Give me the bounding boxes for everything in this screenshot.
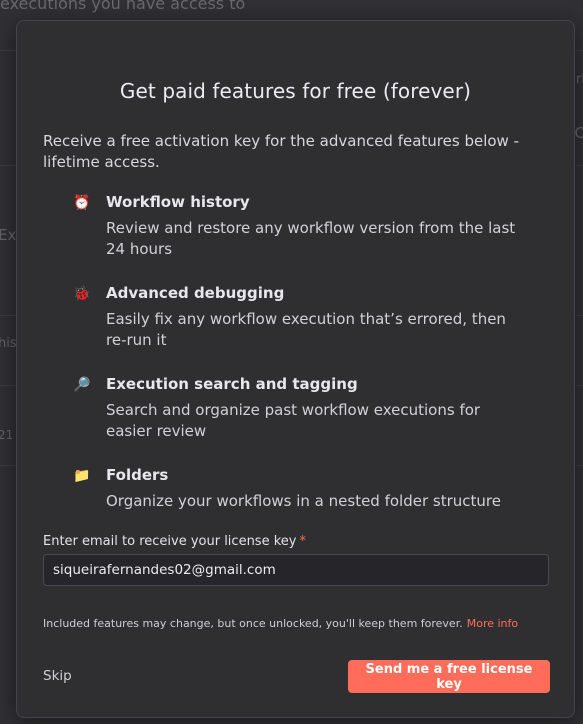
modal-intro: Receive a free activation key for the ad…	[43, 132, 519, 171]
background-left-fragment: 21	[0, 428, 14, 442]
feature-title: Advanced debugging	[106, 284, 285, 302]
background-right-fragment: ri	[576, 72, 583, 87]
feature-description: Search and organize past workflow execut…	[106, 401, 481, 440]
background-left-fragment: his	[0, 336, 17, 351]
background-right-fragment: C	[574, 124, 583, 142]
feature-title: Folders	[106, 466, 169, 484]
email-label: Enter email to receive your license key *	[43, 534, 306, 549]
background-left-fragment: Ex	[0, 226, 17, 244]
bug-icon: 🐞	[73, 286, 91, 302]
skip-button[interactable]: Skip	[43, 668, 72, 684]
magnifier-icon: 🔎	[73, 377, 91, 393]
email-label-text: Enter email to receive your license key	[43, 534, 297, 549]
send-license-key-button[interactable]: Send me a free license key	[348, 660, 550, 693]
feature-description: Organize your workflows in a nested fold…	[106, 492, 501, 510]
feature-title: Workflow history	[106, 193, 250, 211]
feature-description: Review and restore any workflow version …	[106, 219, 516, 258]
disclaimer-text: Included features may change, but once u…	[43, 617, 463, 630]
disclaimer: Included features may change, but once u…	[43, 617, 518, 630]
email-input[interactable]	[43, 554, 549, 586]
license-key-modal: Get paid features for free (forever) Rec…	[16, 20, 575, 718]
clock-icon: ⏰	[73, 195, 91, 211]
feature-title: Execution search and tagging	[106, 375, 358, 393]
background-heading: executions you have access to	[0, 0, 246, 13]
modal-title: Get paid features for free (forever)	[119, 79, 472, 103]
feature-description: Easily fix any workflow execution that’s…	[106, 310, 506, 349]
required-marker: *	[299, 534, 306, 549]
folder-icon: 📁	[73, 468, 91, 484]
more-info-link[interactable]: More info	[467, 617, 518, 630]
